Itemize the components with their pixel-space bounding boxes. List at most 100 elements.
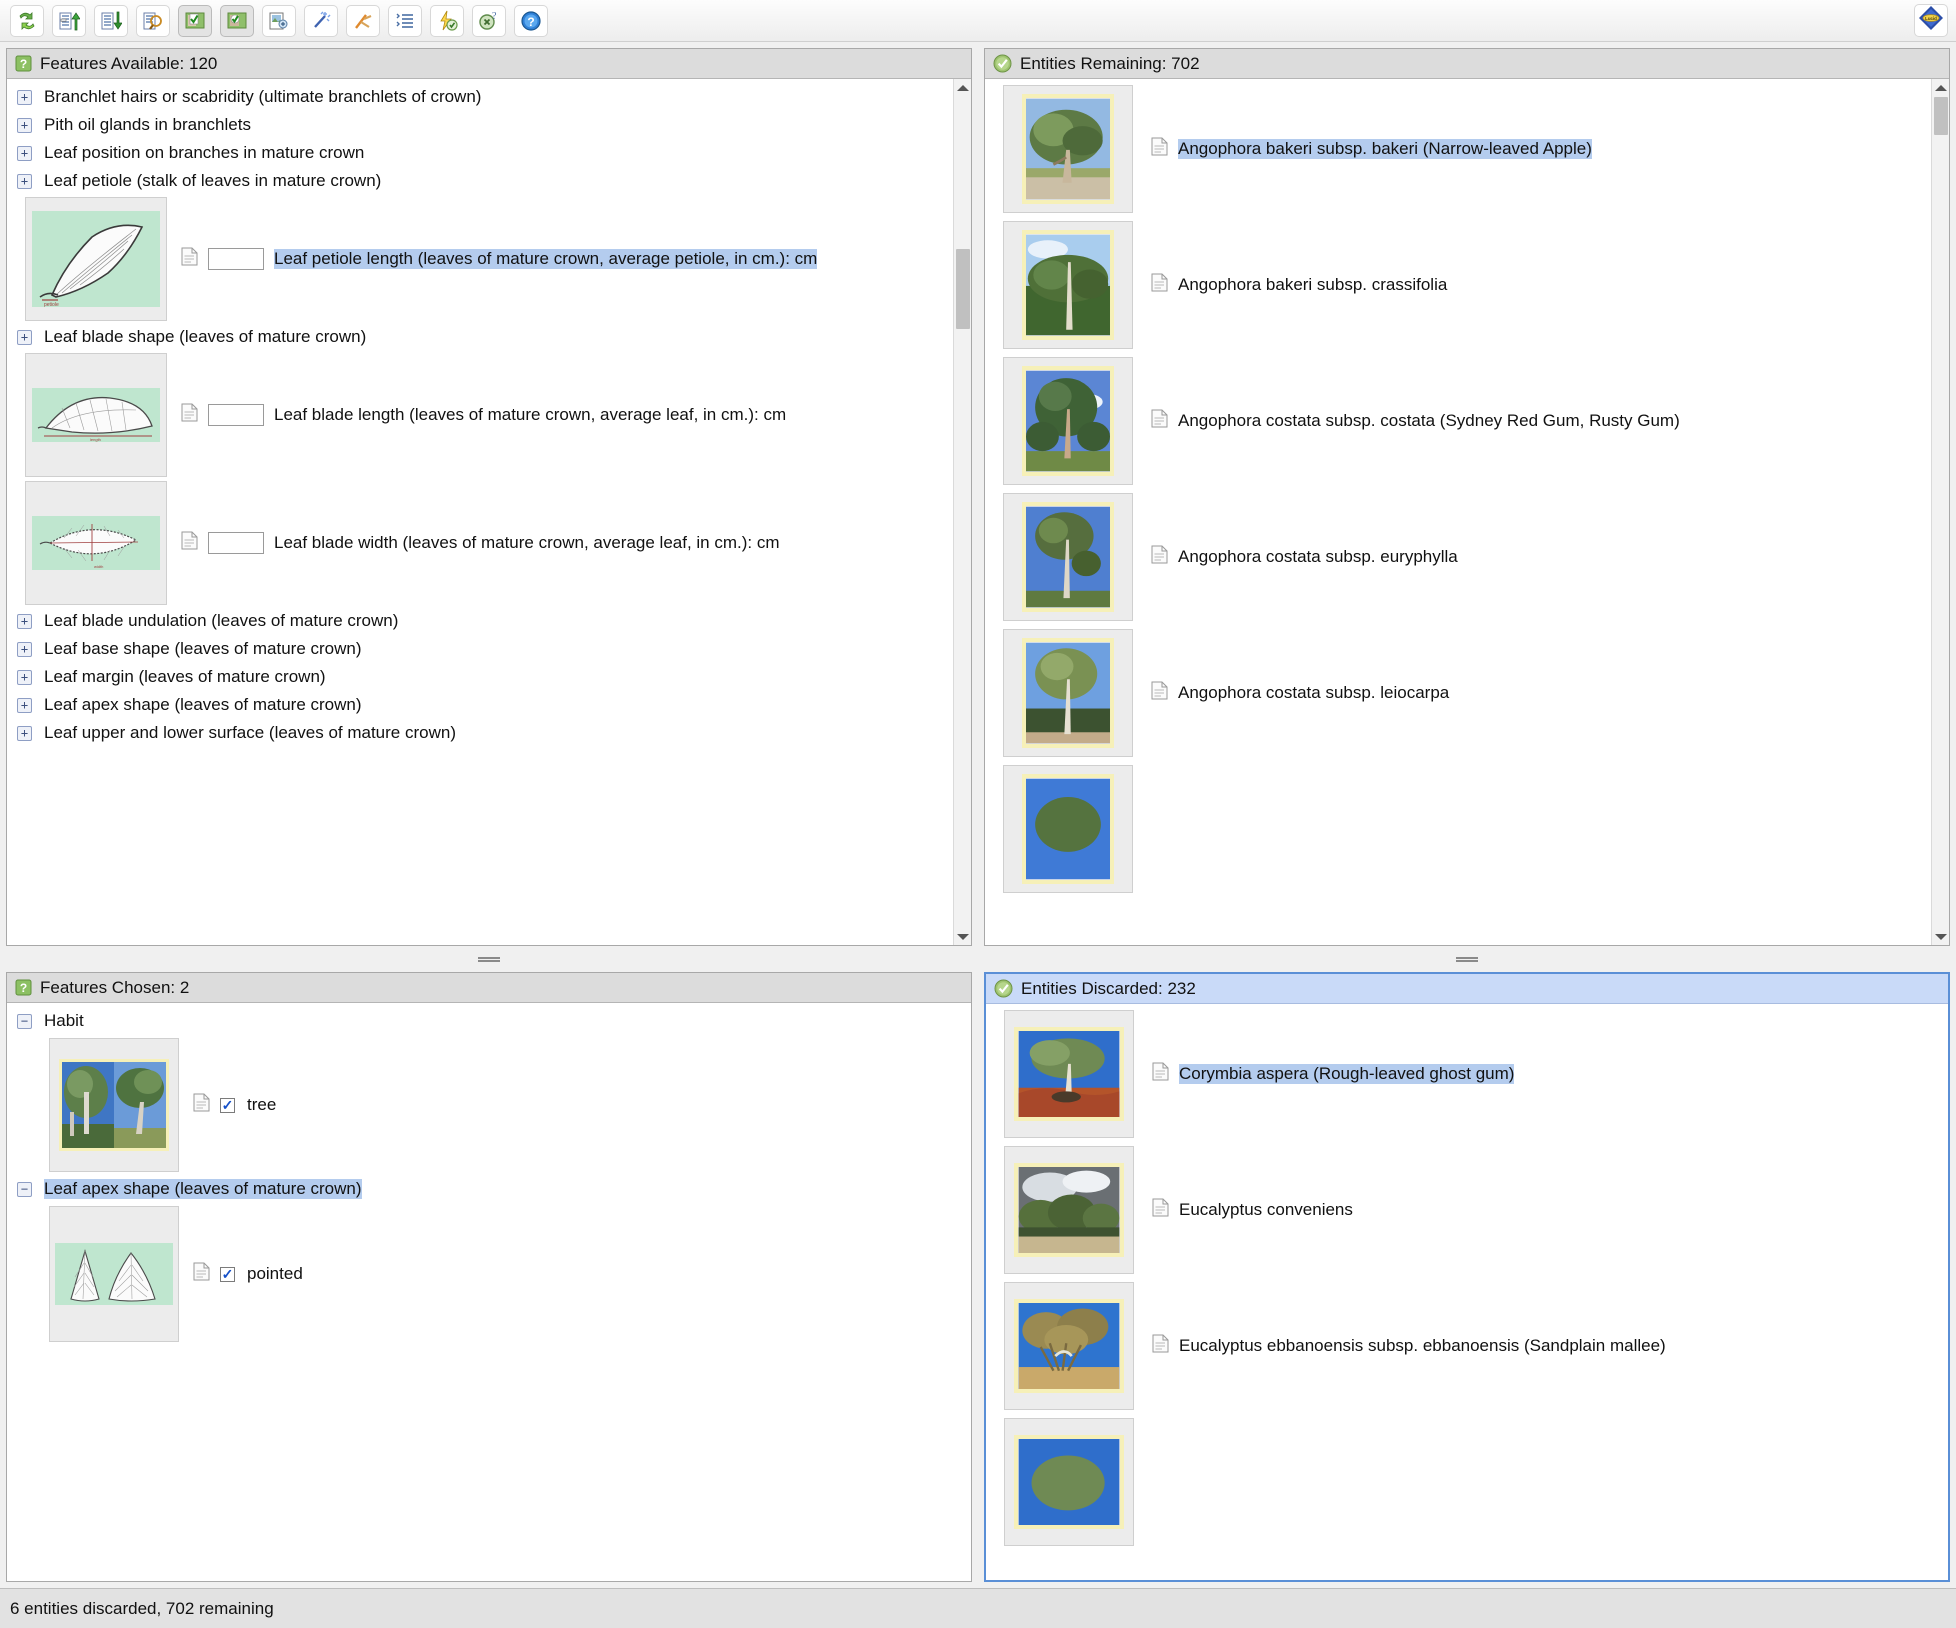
entity-row-partial[interactable] [986, 1416, 1948, 1548]
scroll-down-button[interactable] [954, 928, 971, 945]
collapser-icon[interactable]: − [17, 1181, 32, 1197]
feature-node-row[interactable]: + Leaf upper and lower surface (leaves o… [7, 719, 953, 747]
feature-label[interactable]: Leaf upper and lower surface (leaves of … [44, 723, 456, 743]
help-button[interactable]: ? [514, 4, 548, 37]
leaf-petiole-length-input[interactable] [208, 248, 264, 270]
feature-node-row[interactable]: + Leaf position on branches in mature cr… [7, 139, 953, 167]
entity-name[interactable]: Eucalyptus conveniens [1179, 1200, 1353, 1220]
scroll-up-button[interactable] [1932, 79, 1949, 96]
feature-label[interactable]: Leaf blade undulation (leaves of mature … [44, 611, 398, 631]
feature-node-row[interactable]: + Leaf petiole (stalk of leaves in matur… [7, 167, 953, 195]
entity-thumb[interactable] [1004, 1010, 1134, 1138]
scrollbar-thumb[interactable] [956, 249, 970, 329]
expander-icon[interactable]: + [17, 329, 32, 345]
scroll-down-button[interactable] [1932, 928, 1949, 945]
entity-row[interactable]: Angophora costata subsp. leiocarpa [985, 627, 1931, 759]
notes-document-icon[interactable] [1152, 1062, 1169, 1086]
expander-icon[interactable]: + [17, 173, 32, 189]
right-vertical-splitter[interactable] [978, 952, 1956, 966]
expander-icon[interactable]: + [17, 89, 32, 105]
notes-document-icon[interactable] [1152, 1198, 1169, 1222]
feature-label[interactable]: Leaf petiole (stalk of leaves in mature … [44, 171, 381, 191]
notes-document-icon[interactable] [181, 531, 198, 555]
leaf-blade-width-diagram-thumb[interactable]: width [25, 481, 167, 605]
entity-row[interactable]: Angophora bakeri subsp. crassifolia [985, 219, 1931, 351]
notes-document-icon[interactable] [193, 1093, 210, 1117]
entity-name[interactable]: Angophora bakeri subsp. crassifolia [1178, 275, 1447, 295]
entity-thumb[interactable] [1003, 357, 1133, 485]
entity-thumb[interactable] [1003, 85, 1133, 213]
entity-row[interactable]: Angophora costata subsp. euryphylla [985, 491, 1931, 623]
leaf-blade-width-label[interactable]: Leaf blade width (leaves of mature crown… [274, 533, 780, 553]
notes-document-icon[interactable] [1151, 545, 1168, 569]
entity-name[interactable]: Angophora bakeri subsp. bakeri (Narrow-l… [1178, 139, 1592, 159]
feature-node-row[interactable]: + Leaf blade shape (leaves of mature cro… [7, 323, 953, 351]
entity-thumb[interactable] [1003, 221, 1133, 349]
expander-icon[interactable]: + [17, 641, 32, 657]
entity-row[interactable]: Angophora bakeri subsp. bakeri (Narrow-l… [985, 83, 1931, 215]
next-feature-button[interactable] [94, 4, 128, 37]
leaf-blade-length-input[interactable] [208, 404, 264, 426]
tolerance-button[interactable] [430, 4, 464, 37]
collapser-icon[interactable]: − [17, 1013, 32, 1029]
leaf-petiole-diagram-thumb[interactable]: petiole [25, 197, 167, 321]
chosen-feature-label[interactable]: Leaf apex shape (leaves of mature crown) [44, 1179, 362, 1199]
notes-document-icon[interactable] [1151, 273, 1168, 297]
leaf-apex-pointed-checkbox[interactable]: ✓ [220, 1266, 235, 1282]
leaf-blade-length-diagram-thumb[interactable]: length [25, 353, 167, 477]
entity-thumb[interactable] [1004, 1282, 1134, 1410]
notes-document-icon[interactable] [181, 247, 198, 271]
expander-icon[interactable]: + [17, 613, 32, 629]
feature-node-row[interactable]: + Leaf apex shape (leaves of mature crow… [7, 691, 953, 719]
notes-document-icon[interactable] [1152, 1334, 1169, 1358]
features-available-scrollbar[interactable] [953, 79, 971, 945]
entity-row[interactable]: Eucalyptus ebbanoensis subsp. ebbanoensi… [986, 1280, 1948, 1412]
feature-node-row[interactable]: + Leaf blade undulation (leaves of matur… [7, 607, 953, 635]
entity-name[interactable]: Angophora costata subsp. leiocarpa [1178, 683, 1449, 703]
leaf-blade-width-input[interactable] [208, 532, 264, 554]
prune-button[interactable] [346, 4, 380, 37]
notes-document-icon[interactable] [1151, 681, 1168, 705]
discard-button[interactable]: ? [472, 4, 506, 37]
scroll-up-button[interactable] [954, 79, 971, 96]
left-vertical-splitter[interactable] [0, 952, 978, 966]
best-feature-button[interactable] [304, 4, 338, 37]
entity-row[interactable]: Eucalyptus conveniens [986, 1144, 1948, 1276]
entity-name[interactable]: Eucalyptus ebbanoensis subsp. ebbanoensi… [1179, 1336, 1666, 1356]
feature-label[interactable]: Leaf margin (leaves of mature crown) [44, 667, 326, 687]
notes-document-icon[interactable] [181, 403, 198, 427]
entity-row[interactable]: Angophora costata subsp. costata (Sydney… [985, 355, 1931, 487]
feature-label[interactable]: Leaf blade shape (leaves of mature crown… [44, 327, 366, 347]
prev-feature-button[interactable] [52, 4, 86, 37]
feature-node-row[interactable]: + Pith oil glands in branchlets [7, 111, 953, 139]
feature-node-row[interactable]: + Branchlet hairs or scabridity (ultimat… [7, 83, 953, 111]
leaf-petiole-length-label[interactable]: Leaf petiole length (leaves of mature cr… [274, 249, 818, 269]
restart-button[interactable] [10, 4, 44, 37]
entity-row-partial[interactable] [985, 763, 1931, 895]
notes-document-icon[interactable] [193, 1262, 210, 1286]
expander-icon[interactable]: + [17, 669, 32, 685]
habit-tree-photos-thumb[interactable] [49, 1038, 179, 1172]
notes-document-icon[interactable] [1151, 137, 1168, 161]
feature-label[interactable]: Branchlet hairs or scabridity (ultimate … [44, 87, 481, 107]
feature-node-row[interactable]: + Leaf margin (leaves of mature crown) [7, 663, 953, 691]
entity-name[interactable]: Corymbia aspera (Rough-leaved ghost gum) [1179, 1064, 1515, 1084]
expander-icon[interactable]: + [17, 145, 32, 161]
expander-icon[interactable]: + [17, 697, 32, 713]
entity-row[interactable]: Corymbia aspera (Rough-leaved ghost gum) [986, 1008, 1948, 1140]
feature-label[interactable]: Leaf position on branches in mature crow… [44, 143, 364, 163]
scrollbar-thumb[interactable] [1934, 97, 1948, 135]
leaf-blade-length-label[interactable]: Leaf blade length (leaves of mature crow… [274, 405, 786, 425]
entities-discarded-button[interactable] [220, 4, 254, 37]
entities-remaining-scrollbar[interactable] [1931, 79, 1949, 945]
notes-document-icon[interactable] [1151, 409, 1168, 433]
feature-label[interactable]: Pith oil glands in branchlets [44, 115, 251, 135]
feature-label[interactable]: Leaf base shape (leaves of mature crown) [44, 639, 362, 659]
habit-tree-checkbox[interactable]: ✓ [220, 1097, 235, 1113]
habit-tree-label[interactable]: tree [247, 1095, 276, 1115]
chosen-feature-node-row[interactable]: − Leaf apex shape (leaves of mature crow… [7, 1175, 971, 1203]
differences-button[interactable] [262, 4, 296, 37]
feature-label[interactable]: Leaf apex shape (leaves of mature crown) [44, 695, 362, 715]
entity-name[interactable]: Angophora costata subsp. euryphylla [1178, 547, 1458, 567]
entity-name[interactable]: Angophora costata subsp. costata (Sydney… [1178, 411, 1680, 431]
